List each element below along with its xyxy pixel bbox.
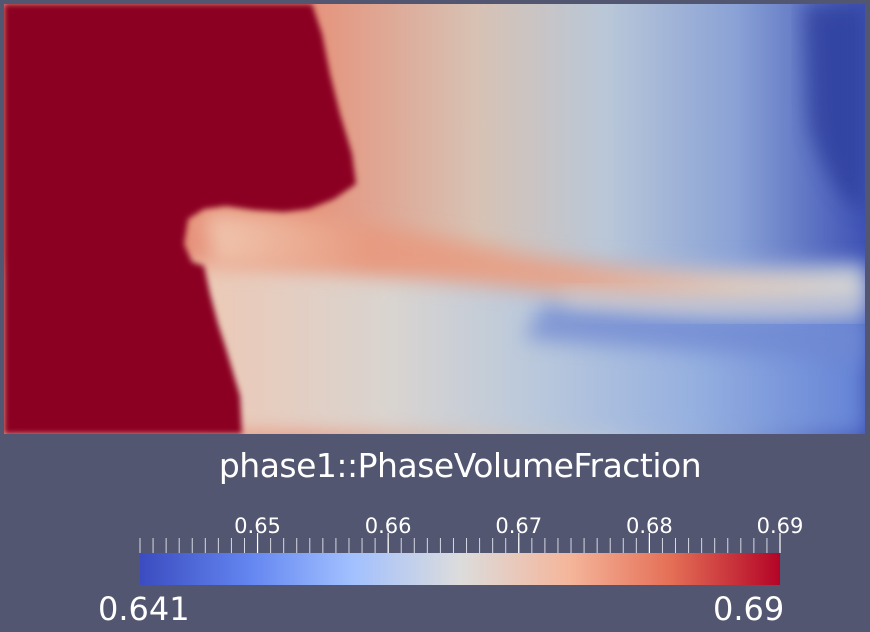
colorbar-max-label: 0.69 <box>713 590 785 628</box>
render-viewport[interactable] <box>4 4 865 434</box>
colorbar-tick-labels: 0.65 0.66 0.67 0.68 0.69 <box>234 514 803 538</box>
colorbar-gradient <box>140 553 780 585</box>
colorbar-tick-label: 0.68 <box>626 514 673 538</box>
colorbar-tick-label: 0.69 <box>757 514 804 538</box>
colorbar-minor-ticks <box>139 538 781 553</box>
colorbar-min-label: 0.641 <box>98 590 190 628</box>
colorbar-tick-label: 0.65 <box>234 514 281 538</box>
colorbar-tick-label: 0.66 <box>365 514 412 538</box>
color-legend: 0.65 0.66 0.67 0.68 0.69 <box>139 514 803 585</box>
scalar-bar-title: phase1::PhaseVolumeFraction <box>218 446 702 485</box>
colorbar-tick-label: 0.67 <box>495 514 542 538</box>
